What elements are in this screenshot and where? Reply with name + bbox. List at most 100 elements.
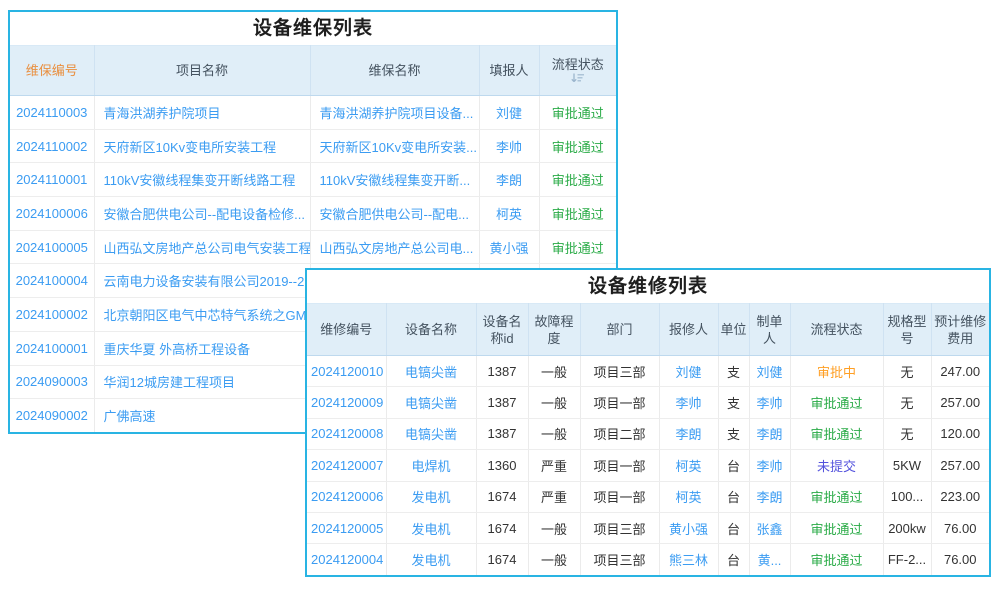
- cell-department: 项目一部: [580, 450, 659, 481]
- cell-project-name[interactable]: 广佛高速: [94, 399, 310, 433]
- cell-creator[interactable]: 黄...: [749, 544, 790, 575]
- col-header-unit: 单位: [718, 304, 749, 356]
- table-row: 2024100006安徽合肥供电公司--配电设备检修...安徽合肥供电公司--配…: [10, 197, 616, 231]
- col-header-process-status[interactable]: 流程状态: [539, 46, 616, 96]
- cell-device-name[interactable]: 发电机: [386, 512, 476, 543]
- cell-process-status: 审批通过: [790, 544, 883, 575]
- cell-department: 项目三部: [580, 356, 659, 387]
- cell-spec-model: FF-2...: [883, 544, 931, 575]
- cell-maintenance-no[interactable]: 2024100001: [10, 331, 94, 365]
- cell-reporter[interactable]: 柯英: [479, 197, 539, 231]
- cell-project-name[interactable]: 天府新区10Kv变电所安装工程: [94, 129, 310, 163]
- cell-device-id: 1674: [476, 481, 528, 512]
- col-header-label: 维修编号: [320, 322, 372, 337]
- maintenance-list-title: 设备维保列表: [10, 12, 616, 45]
- cell-fault-level: 一般: [528, 544, 580, 575]
- cell-process-status: 未提交: [790, 450, 883, 481]
- table-row: 2024120006发电机1674严重项目一部柯英台李朗审批通过100...22…: [307, 481, 989, 512]
- cell-creator[interactable]: 李朗: [749, 481, 790, 512]
- sort-descending-icon[interactable]: [542, 73, 615, 86]
- cell-repair-reporter[interactable]: 李帅: [659, 387, 718, 418]
- cell-repair-reporter[interactable]: 熊三林: [659, 544, 718, 575]
- cell-project-name[interactable]: 青海洪湖养护院项目: [94, 96, 310, 130]
- cell-maintenance-no[interactable]: 2024100002: [10, 298, 94, 332]
- cell-repair-reporter[interactable]: 黄小强: [659, 512, 718, 543]
- cell-repair-no[interactable]: 2024120007: [307, 450, 386, 481]
- cell-department: 项目一部: [580, 387, 659, 418]
- cell-creator[interactable]: 李帅: [749, 450, 790, 481]
- header-row: 维保编号项目名称维保名称填报人流程状态: [10, 46, 616, 96]
- cell-device-name[interactable]: 电镐尖凿: [386, 418, 476, 449]
- cell-project-name[interactable]: 北京朝阳区电气中芯特气系统之GM...: [94, 298, 310, 332]
- cell-reporter[interactable]: 黄小强: [479, 230, 539, 264]
- cell-device-id: 1360: [476, 450, 528, 481]
- col-header-label: 部门: [606, 322, 632, 337]
- cell-repair-reporter[interactable]: 柯英: [659, 481, 718, 512]
- cell-process-status: 审批通过: [790, 512, 883, 543]
- cell-device-name[interactable]: 电镐尖凿: [386, 356, 476, 387]
- cell-maintenance-no[interactable]: 2024110003: [10, 96, 94, 130]
- cell-repair-reporter[interactable]: 刘健: [659, 356, 718, 387]
- cell-project-name[interactable]: 110kV安徽线程集变开断线路工程: [94, 163, 310, 197]
- cell-process-status: 审批中: [790, 356, 883, 387]
- cell-maintenance-name[interactable]: 山西弘文房地产总公司电...: [310, 230, 479, 264]
- cell-device-name[interactable]: 电镐尖凿: [386, 387, 476, 418]
- cell-repair-reporter[interactable]: 柯英: [659, 450, 718, 481]
- cell-unit: 台: [718, 544, 749, 575]
- cell-maintenance-name[interactable]: 青海洪湖养护院项目设备...: [310, 96, 479, 130]
- cell-device-name[interactable]: 电焊机: [386, 450, 476, 481]
- cell-project-name[interactable]: 云南电力设备安装有限公司2019--2...: [94, 264, 310, 298]
- table-row: 2024120004发电机1674一般项目三部熊三林台黄...审批通过FF-2.…: [307, 544, 989, 575]
- cell-department: 项目三部: [580, 512, 659, 543]
- cell-department: 项目二部: [580, 418, 659, 449]
- cell-estimated-cost: 247.00: [931, 356, 989, 387]
- col-header-reporter: 填报人: [479, 46, 539, 96]
- col-header-project-name: 项目名称: [94, 46, 310, 96]
- cell-creator[interactable]: 李朗: [749, 418, 790, 449]
- cell-project-name[interactable]: 安徽合肥供电公司--配电设备检修...: [94, 197, 310, 231]
- cell-device-id: 1387: [476, 387, 528, 418]
- cell-maintenance-name[interactable]: 安徽合肥供电公司--配电...: [310, 197, 479, 231]
- cell-maintenance-no[interactable]: 2024110001: [10, 163, 94, 197]
- cell-maintenance-name[interactable]: 110kV安徽线程集变开断...: [310, 163, 479, 197]
- cell-repair-no[interactable]: 2024120008: [307, 418, 386, 449]
- cell-repair-reporter[interactable]: 李朗: [659, 418, 718, 449]
- cell-repair-no[interactable]: 2024120006: [307, 481, 386, 512]
- cell-maintenance-no[interactable]: 2024100004: [10, 264, 94, 298]
- cell-device-id: 1387: [476, 356, 528, 387]
- cell-device-name[interactable]: 发电机: [386, 481, 476, 512]
- cell-maintenance-no[interactable]: 2024090003: [10, 365, 94, 399]
- cell-repair-no[interactable]: 2024120005: [307, 512, 386, 543]
- cell-reporter[interactable]: 李帅: [479, 129, 539, 163]
- cell-fault-level: 一般: [528, 418, 580, 449]
- cell-project-name[interactable]: 华润12城房建工程项目: [94, 365, 310, 399]
- repair-table: 维修编号设备名称设备名称id故障程度部门报修人单位制单人流程状态规格型号预计维修…: [307, 303, 989, 575]
- cell-process-status: 审批通过: [790, 387, 883, 418]
- cell-maintenance-no[interactable]: 2024100005: [10, 230, 94, 264]
- cell-creator[interactable]: 张鑫: [749, 512, 790, 543]
- col-header-label: 设备名称id: [482, 314, 521, 346]
- cell-unit: 台: [718, 481, 749, 512]
- col-header-department: 部门: [580, 304, 659, 356]
- cell-maintenance-no[interactable]: 2024100006: [10, 197, 94, 231]
- cell-maintenance-no[interactable]: 2024110002: [10, 129, 94, 163]
- cell-spec-model: 5KW: [883, 450, 931, 481]
- cell-device-id: 1674: [476, 544, 528, 575]
- cell-reporter[interactable]: 李朗: [479, 163, 539, 197]
- col-header-device-id: 设备名称id: [476, 304, 528, 356]
- cell-repair-no[interactable]: 2024120010: [307, 356, 386, 387]
- cell-creator[interactable]: 李帅: [749, 387, 790, 418]
- cell-project-name[interactable]: 山西弘文房地产总公司电气安装工程: [94, 230, 310, 264]
- col-header-label: 流程状态: [552, 57, 604, 72]
- cell-device-id: 1387: [476, 418, 528, 449]
- cell-maintenance-name[interactable]: 天府新区10Kv变电所安装...: [310, 129, 479, 163]
- cell-reporter[interactable]: 刘健: [479, 96, 539, 130]
- cell-project-name[interactable]: 重庆华夏 外高桥工程设备: [94, 331, 310, 365]
- cell-maintenance-no[interactable]: 2024090002: [10, 399, 94, 433]
- cell-creator[interactable]: 刘健: [749, 356, 790, 387]
- cell-repair-no[interactable]: 2024120009: [307, 387, 386, 418]
- cell-repair-no[interactable]: 2024120004: [307, 544, 386, 575]
- cell-process-status: 审批通过: [539, 96, 616, 130]
- cell-device-name[interactable]: 发电机: [386, 544, 476, 575]
- col-header-estimated-cost: 预计维修费用: [931, 304, 989, 356]
